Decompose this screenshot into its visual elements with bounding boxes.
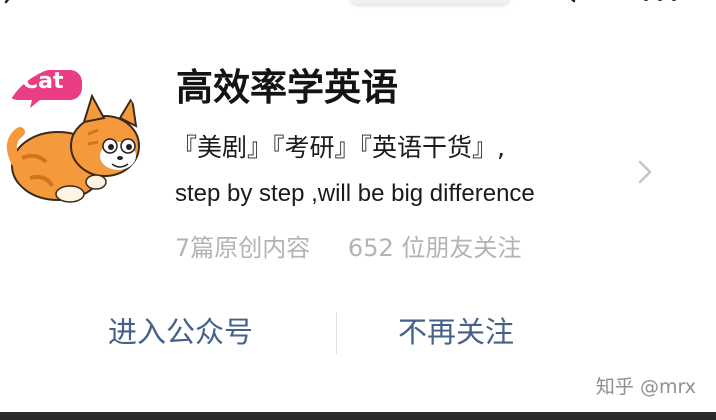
bottom-edge-bar — [0, 412, 716, 420]
followers-count: 652 位朋友关注 — [347, 234, 522, 262]
account-stats: 7篇原创内容 652 位朋友关注 — [175, 228, 521, 268]
original-count: 7篇原创内容 — [175, 234, 311, 262]
avatar[interactable]: Cat — [0, 66, 142, 208]
account-description: step by step ,will be big difference — [175, 180, 535, 207]
enter-account-button[interactable]: 进入公众号 — [108, 306, 253, 358]
more-icon[interactable] — [640, 0, 680, 4]
account-tags: 『美剧』『考研』『英语干货』, — [172, 133, 505, 162]
unfollow-button[interactable]: 不再关注 — [398, 306, 514, 358]
account-name: 高效率学英语 — [176, 66, 398, 109]
chevron-right-icon[interactable] — [636, 158, 654, 186]
button-divider — [336, 312, 337, 354]
back-icon[interactable] — [0, 0, 20, 12]
top-navigation-bar — [0, 0, 716, 22]
top-title-pill — [350, 0, 510, 4]
watermark: 知乎 @mrx — [595, 376, 696, 398]
avatar-badge-label: Cat — [22, 69, 64, 94]
search-icon[interactable] — [540, 0, 580, 18]
